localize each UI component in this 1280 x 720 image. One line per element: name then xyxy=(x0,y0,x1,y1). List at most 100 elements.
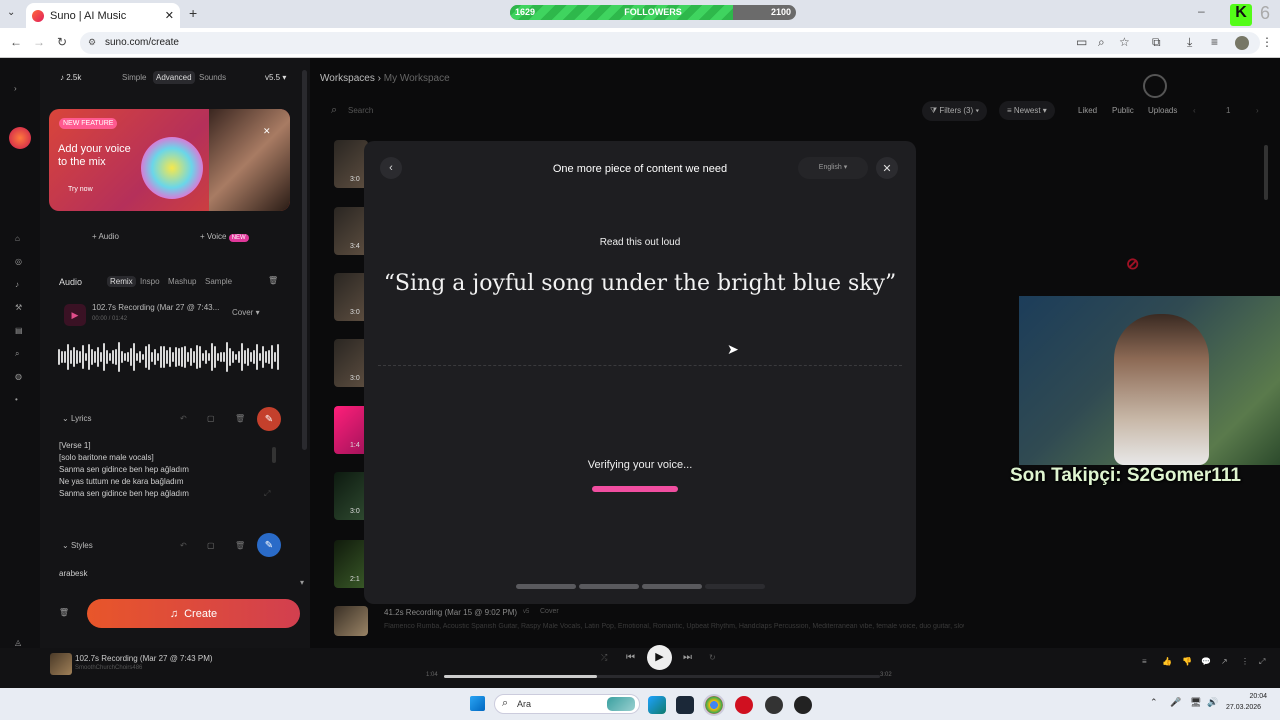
add-voice-button[interactable]: + Voice NEW xyxy=(200,232,249,242)
lyrics-text[interactable]: [Verse 1] [solo baritone male vocals] Sa… xyxy=(59,440,259,500)
search-nav-icon[interactable]: ⌕ xyxy=(15,349,19,359)
filters-button[interactable]: ⧩ Filters (3) ▾ xyxy=(922,101,988,121)
browser-menu-icon[interactable]: ⋮ xyxy=(1261,35,1273,49)
microphone-icon[interactable]: 🎤 xyxy=(1170,697,1181,708)
lyrics-undo-icon[interactable]: ↶ xyxy=(180,414,187,423)
lyrics-expand-icon[interactable]: ⤢ xyxy=(264,489,270,499)
zoom-icon[interactable]: ⌕ xyxy=(1098,35,1105,50)
taskbar-search[interactable]: ⌕ Ara xyxy=(494,694,640,714)
list-scrollbar[interactable] xyxy=(1264,145,1268,200)
toggle-public[interactable]: Public xyxy=(1112,106,1134,115)
audio-tab-sample[interactable]: Sample xyxy=(205,277,232,286)
track-thumbnail[interactable]: 2:1 xyxy=(334,540,368,588)
volume-icon[interactable]: 🔊 xyxy=(1207,697,1218,708)
voice-promo-card[interactable]: NEW FEATURE Add your voice to the mix Tr… xyxy=(49,109,290,211)
opera-gx-icon[interactable] xyxy=(735,696,753,714)
create-nav-icon[interactable]: ♪ xyxy=(15,280,19,289)
library-icon[interactable]: ▤ xyxy=(15,326,23,335)
site-info-icon[interactable]: ⚙ xyxy=(88,37,96,48)
track-thumbnail[interactable]: 3:0 xyxy=(334,339,368,387)
download-icon[interactable]: ⤓ xyxy=(1187,35,1192,50)
more-nav-icon[interactable]: • xyxy=(15,395,18,404)
track-title[interactable]: 41.2s Recording (Mar 15 @ 9:02 PM) xyxy=(384,608,517,617)
previous-icon[interactable]: ⏮ xyxy=(626,652,635,663)
lyrics-scrollbar[interactable] xyxy=(272,447,276,463)
clear-form-icon[interactable]: 🗑 xyxy=(58,608,70,617)
breadcrumb-workspaces[interactable]: Workspaces xyxy=(320,73,375,84)
play-recording-button[interactable]: ▶ xyxy=(64,304,86,326)
audio-mode-select[interactable]: Cover ▾ xyxy=(232,308,260,317)
minimize-icon[interactable]: – xyxy=(1198,4,1205,18)
styles-section-header[interactable]: ⌄ Styles xyxy=(62,541,93,550)
reading-list-icon[interactable]: ≡ xyxy=(1211,35,1218,49)
track-thumbnail[interactable]: 3:0 xyxy=(334,273,368,321)
track-thumbnail[interactable]: 1:4 xyxy=(334,406,368,454)
tray-overflow-icon[interactable]: ⌃ xyxy=(1150,697,1158,708)
now-playing-artist[interactable]: SmoothChurchChoirs486 xyxy=(75,665,142,671)
bell-icon[interactable]: ◬ xyxy=(15,638,21,647)
queue-icon[interactable]: ≡ xyxy=(1142,657,1147,666)
toggle-liked[interactable]: Liked xyxy=(1078,106,1097,115)
home-icon[interactable]: ⌂ xyxy=(15,234,20,243)
play-button[interactable]: ▶ xyxy=(647,645,672,670)
toggle-uploads[interactable]: Uploads xyxy=(1148,106,1177,115)
add-audio-button[interactable]: + Audio xyxy=(92,232,119,241)
modal-close-icon[interactable]: ✕ xyxy=(876,157,898,179)
expand-rail-icon[interactable]: › xyxy=(14,84,17,93)
lyrics-delete-icon[interactable]: 🗑 xyxy=(235,414,245,423)
styles-copy-icon[interactable]: ▢ xyxy=(207,541,215,550)
seek-bar[interactable] xyxy=(444,675,880,678)
mode-advanced[interactable]: Advanced xyxy=(153,71,195,84)
audio-tab-remix[interactable]: Remix xyxy=(107,276,136,287)
settings-app-icon[interactable] xyxy=(794,696,812,714)
cast-icon[interactable]: ▭ xyxy=(1076,35,1087,49)
styles-delete-icon[interactable]: 🗑 xyxy=(235,541,245,550)
track-thumbnail[interactable] xyxy=(334,606,368,636)
share-icon[interactable]: ↗ xyxy=(1221,657,1228,666)
comment-icon[interactable]: 💬 xyxy=(1201,657,1211,666)
styles-magic-button[interactable]: ✎ xyxy=(257,533,281,557)
dislike-icon[interactable]: 👎 xyxy=(1182,657,1192,666)
studio-icon[interactable]: ⚒ xyxy=(15,303,22,312)
styles-undo-icon[interactable]: ↶ xyxy=(180,541,187,550)
track-thumbnail[interactable]: 3:4 xyxy=(334,207,368,255)
sidebar-scrollbar[interactable] xyxy=(302,70,307,450)
audio-delete-icon[interactable]: 🗑 xyxy=(268,276,278,285)
notifications-icon[interactable]: ◍ xyxy=(15,372,22,381)
shuffle-icon[interactable]: ⤮ xyxy=(601,653,607,663)
forward-icon[interactable]: → xyxy=(33,35,45,49)
language-select[interactable]: English ▾ xyxy=(798,157,868,179)
sidebar-scroll-down-icon[interactable]: ▾ xyxy=(300,578,304,587)
bookmark-star-icon[interactable]: ☆ xyxy=(1119,35,1130,49)
audio-tab-inspo[interactable]: Inspo xyxy=(140,277,160,286)
obs-icon[interactable] xyxy=(765,696,783,714)
back-icon[interactable]: ← xyxy=(10,35,22,49)
tab-list-icon[interactable]: ⌄ xyxy=(7,7,15,18)
sort-button[interactable]: ≡ Newest ▾ xyxy=(999,101,1055,120)
audio-tab-mashup[interactable]: Mashup xyxy=(168,277,196,286)
more-options-icon[interactable]: ⋮ xyxy=(1241,657,1249,666)
like-icon[interactable]: 👍 xyxy=(1162,657,1172,666)
mode-simple[interactable]: Simple xyxy=(122,73,146,82)
extensions-icon[interactable]: ⧉ xyxy=(1152,35,1161,50)
create-button[interactable]: ♫ Create xyxy=(87,599,300,628)
chrome-icon[interactable] xyxy=(703,694,725,716)
network-icon[interactable]: 🖥 xyxy=(1190,697,1201,708)
close-tab-icon[interactable]: ✕ xyxy=(165,9,174,22)
recording-waveform[interactable] xyxy=(58,337,282,377)
page-prev-icon[interactable]: ‹ xyxy=(1193,106,1196,115)
version-select[interactable]: v5.5 ▾ xyxy=(265,73,286,82)
promo-cta[interactable]: Try now xyxy=(68,186,93,193)
lyrics-copy-icon[interactable]: ▢ xyxy=(207,414,215,423)
profile-avatar[interactable] xyxy=(1235,36,1249,50)
expand-player-icon[interactable]: ⤢ xyxy=(1259,657,1265,667)
track-thumbnail[interactable]: 3:0 xyxy=(334,472,368,520)
clock-date[interactable]: 27.03.2026 xyxy=(1226,704,1261,711)
now-playing-cover[interactable] xyxy=(50,653,72,675)
steam-icon[interactable] xyxy=(676,696,694,714)
clock-time[interactable]: 20:04 xyxy=(1235,693,1267,700)
mode-sounds[interactable]: Sounds xyxy=(199,73,226,82)
browser-tab[interactable]: Suno | AI Music ✕ xyxy=(26,3,180,28)
page-next-icon[interactable]: › xyxy=(1256,106,1259,115)
styles-value[interactable]: arabesk xyxy=(59,569,87,578)
